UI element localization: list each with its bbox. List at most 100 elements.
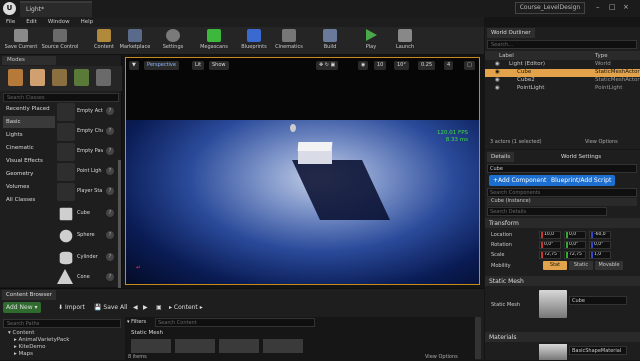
rotation-x[interactable]: 0,0° — [539, 241, 561, 249]
settings-button[interactable]: Settings — [160, 29, 186, 50]
category-basic[interactable]: Basic — [3, 116, 55, 128]
world-outliner-tab[interactable]: World Outliner — [487, 28, 535, 38]
paint-mode-icon[interactable] — [30, 69, 45, 86]
place-item-player-start[interactable]: Player Sta? — [55, 182, 117, 202]
modes-tab[interactable]: Modes — [2, 56, 56, 65]
tree-item-maps[interactable]: ▸ Maps — [14, 351, 33, 357]
cinematics-button[interactable]: Cinematics — [274, 29, 304, 50]
help-icon[interactable]: ? — [106, 147, 114, 155]
eye-icon[interactable]: ◉ — [495, 77, 500, 83]
add-new-button[interactable]: Add New ▾ — [3, 302, 41, 313]
category-geometry[interactable]: Geometry — [3, 168, 55, 180]
tree-item-kitedemo[interactable]: ▸ KiteDemo — [14, 344, 46, 350]
show-button[interactable]: Show — [209, 61, 229, 70]
help-icon[interactable]: ? — [106, 209, 114, 217]
blueprints-button[interactable]: Blueprints — [240, 29, 268, 50]
menu-edit[interactable]: Edit — [26, 19, 37, 25]
mobility-stationary-button[interactable]: Static — [569, 261, 593, 270]
location-z[interactable]: -60,0 — [589, 231, 611, 239]
eye-icon[interactable]: ◉ — [495, 69, 500, 75]
content-scrollbar[interactable] — [475, 317, 481, 359]
launch-button[interactable]: Launch — [394, 29, 416, 50]
maximize-icon[interactable]: □ — [609, 3, 616, 11]
rotation-z[interactable]: 0,0° — [589, 241, 611, 249]
level-viewport[interactable]: ▼ Perspective Lit Show ✥ ↻ ▣ ◉ 10 10° 0.… — [125, 57, 480, 285]
menu-help[interactable]: Help — [81, 19, 94, 25]
category-lights[interactable]: Lights — [3, 129, 55, 141]
place-item-empty-character[interactable]: Empty Cha? — [55, 122, 117, 142]
material-thumbnail[interactable] — [539, 344, 567, 360]
build-button[interactable]: Build — [320, 29, 340, 50]
search-content-input[interactable]: Search Content — [155, 318, 315, 327]
outliner-row[interactable]: ◉ PointLight PointLight — [485, 85, 640, 93]
scale-snap-value[interactable]: 0.25 — [418, 61, 436, 70]
category-all-classes[interactable]: All Classes — [3, 194, 55, 206]
eye-icon[interactable]: ◉ — [495, 85, 500, 91]
help-icon[interactable]: ? — [106, 253, 114, 261]
mobility-movable-button[interactable]: Movable — [595, 261, 623, 270]
grid-snap-value[interactable]: 10 — [374, 61, 387, 70]
location-x[interactable]: 10,0 — [539, 231, 561, 239]
asset-tile[interactable] — [219, 339, 259, 353]
material-dropdown[interactable]: BasicShapeMaterial — [569, 346, 627, 355]
place-item-cone[interactable]: Cone? — [55, 268, 117, 288]
asset-tile[interactable] — [263, 339, 303, 353]
landscape-mode-icon[interactable] — [52, 69, 67, 86]
save-current-button[interactable]: Save Current — [4, 29, 38, 50]
asset-tile[interactable] — [131, 339, 171, 353]
search-details-input[interactable]: Search Details — [487, 207, 607, 216]
play-button[interactable]: Play — [362, 29, 380, 50]
col-label[interactable]: Label — [499, 53, 514, 59]
details-tab[interactable]: Details — [487, 152, 515, 162]
close-icon[interactable]: × — [623, 3, 629, 11]
transform-tools[interactable]: ✥ ↻ ▣ — [316, 61, 339, 70]
filters-button[interactable]: ▾ Filters — [127, 319, 146, 325]
place-item-sphere[interactable]: Sphere? — [55, 226, 117, 246]
content-button[interactable]: Content — [91, 29, 117, 50]
outliner-row[interactable]: ◉ Cube2 StaticMeshActor — [485, 77, 640, 85]
search-components-input[interactable]: Search Components — [487, 188, 637, 197]
cb-view-options[interactable]: View Options — [425, 354, 458, 360]
search-classes-input[interactable]: Search Classes — [3, 93, 119, 102]
help-icon[interactable]: ? — [106, 231, 114, 239]
tree-item-content[interactable]: ▾ Content — [8, 330, 34, 336]
menu-file[interactable]: File — [6, 19, 15, 25]
world-settings-tab[interactable]: World Settings — [557, 152, 606, 162]
cube-actor[interactable] — [298, 150, 332, 164]
source-control-button[interactable]: Source Control — [40, 29, 80, 50]
level-tab[interactable]: Light* — [20, 1, 92, 17]
help-icon[interactable]: ? — [106, 167, 114, 175]
component-instance[interactable]: Cube (Instance) — [487, 198, 637, 206]
category-recently-placed[interactable]: Recently Placed — [3, 103, 55, 115]
static-mesh-section[interactable]: Static Mesh — [485, 276, 640, 286]
mobility-static-button[interactable]: Stat — [543, 261, 567, 270]
world-local-icon[interactable]: ◉ — [358, 61, 369, 70]
megascans-button[interactable]: Megascans — [198, 29, 230, 50]
rotation-y[interactable]: 0,0° — [564, 241, 586, 249]
maximize-viewport-icon[interactable]: □ — [464, 61, 475, 70]
geometry-mode-icon[interactable] — [96, 69, 111, 86]
location-y[interactable]: 0,0 — [564, 231, 586, 239]
save-all-button[interactable]: 💾 Save All — [91, 302, 130, 313]
outliner-view-options[interactable]: View Options — [585, 139, 618, 145]
place-mode-icon[interactable] — [8, 69, 23, 86]
folder-icon[interactable]: ▣ — [153, 302, 165, 313]
category-volumes[interactable]: Volumes — [3, 181, 55, 193]
help-icon[interactable]: ? — [106, 273, 114, 281]
place-item-cylinder[interactable]: Cylinder? — [55, 248, 117, 268]
help-icon[interactable]: ? — [106, 127, 114, 135]
tree-item-animalvarietypack[interactable]: ▸ AnimalVarietyPack — [14, 337, 70, 343]
add-component-button[interactable]: +Add Component — [489, 175, 551, 186]
outliner-row-selected[interactable]: ◉ Cube StaticMeshActor — [485, 69, 640, 77]
eye-icon[interactable]: ◉ — [495, 61, 500, 67]
place-item-point-light[interactable]: Point Ligh? — [55, 162, 117, 182]
help-icon[interactable]: ? — [106, 107, 114, 115]
perspective-button[interactable]: Perspective — [144, 61, 179, 70]
asset-tile[interactable] — [175, 339, 215, 353]
actor-name-field[interactable]: Cube — [487, 164, 637, 173]
menu-window[interactable]: Window — [48, 19, 70, 25]
static-mesh-dropdown[interactable]: Cube — [569, 296, 627, 305]
nav-forward-icon[interactable]: ▶ — [140, 302, 151, 313]
scale-y[interactable]: 72,75 — [564, 251, 586, 259]
search-paths-input[interactable]: Search Paths — [3, 319, 121, 328]
